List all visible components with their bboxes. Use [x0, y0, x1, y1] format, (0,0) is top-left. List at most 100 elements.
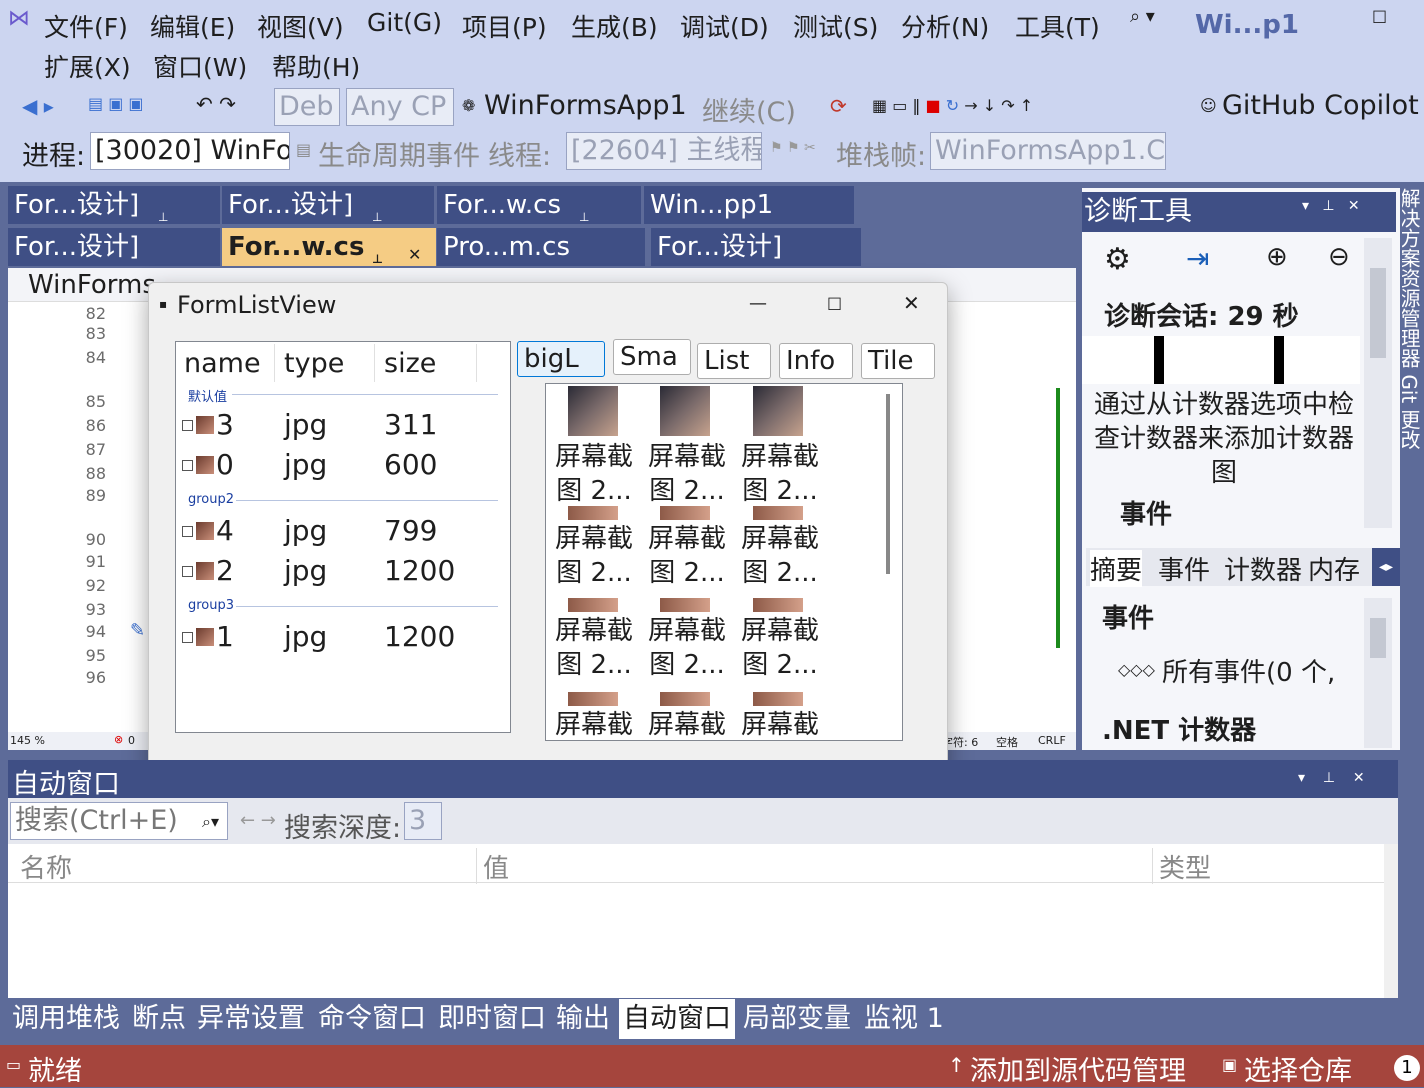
- tile-caption[interactable]: 屏幕截: [734, 522, 826, 556]
- toolbar-icons[interactable]: ▦ ▭ ‖ ■ ↻ → ↓ ↷ ↑: [872, 96, 1033, 115]
- tile-caption[interactable]: 屏幕截: [548, 440, 640, 474]
- diag-title-icons[interactable]: ▾ ⊥ ✕: [1302, 198, 1360, 214]
- tile-image[interactable]: [660, 506, 710, 520]
- bottom-tab[interactable]: 即时窗口: [434, 999, 548, 1039]
- menu-item[interactable]: 视图(V): [257, 8, 344, 44]
- tile-caption[interactable]: 图 2...: [734, 474, 826, 508]
- row-checkbox[interactable]: [182, 566, 193, 577]
- tile-caption[interactable]: 图 2...: [548, 474, 640, 508]
- group-header[interactable]: group2: [188, 492, 234, 507]
- save-all-icon[interactable]: ▤ ▣ ▣: [88, 94, 144, 113]
- nav-arrows-icon[interactable]: ← →: [240, 810, 276, 831]
- autos-col-type[interactable]: 类型: [1152, 848, 1211, 884]
- tile-caption[interactable]: 屏幕截: [641, 614, 733, 648]
- tile-image[interactable]: [568, 692, 618, 706]
- tile-caption[interactable]: 屏幕截: [734, 614, 826, 648]
- column-header[interactable]: size: [384, 348, 436, 379]
- indent-info[interactable]: 空格: [996, 734, 1018, 750]
- bottom-tab[interactable]: 调用堆栈: [8, 999, 124, 1039]
- settings-icon[interactable]: ⚙: [1104, 242, 1131, 277]
- tile-image[interactable]: [660, 386, 710, 436]
- autos-col-name[interactable]: 名称: [20, 848, 72, 885]
- menu-item[interactable]: 工具(T): [1015, 8, 1100, 44]
- tile-caption[interactable]: 图 2...: [641, 474, 733, 508]
- bottom-tab[interactable]: 输出: [552, 999, 612, 1039]
- bottom-tab[interactable]: 断点: [128, 999, 188, 1039]
- diag-tab[interactable]: 摘要: [1090, 550, 1143, 587]
- tile-caption[interactable]: 屏幕截: [641, 708, 733, 740]
- row-checkbox[interactable]: [182, 420, 193, 431]
- lifecycle-events[interactable]: 生命周期事件: [318, 134, 480, 173]
- autos-col-value[interactable]: 值: [476, 848, 509, 884]
- zoom-in-icon[interactable]: ⊕: [1266, 242, 1288, 272]
- view-button[interactable]: Info: [779, 343, 853, 379]
- zoom-level[interactable]: 145 %: [10, 734, 45, 747]
- config-select[interactable]: Deb: [274, 88, 340, 126]
- menu-item[interactable]: 窗口(W): [153, 48, 247, 84]
- add-source-control[interactable]: 添加到源代码管理: [970, 1049, 1186, 1088]
- undo-icon[interactable]: ↶ ↷: [196, 92, 236, 116]
- menu-item[interactable]: 测试(S): [793, 8, 878, 44]
- view-button[interactable]: Tile: [861, 343, 935, 379]
- tile-scrollbar[interactable]: [886, 394, 890, 574]
- menu-item[interactable]: 扩展(X): [44, 48, 131, 84]
- menu-item[interactable]: Git(G): [367, 8, 442, 37]
- process-select[interactable]: [30020] WinFo: [90, 132, 290, 170]
- vs-logo-icon[interactable]: ⋈: [8, 6, 30, 31]
- details-list-view[interactable]: name type size 默认值 3 jpg 311 0 jpg 600 group2 4 jpg…: [175, 341, 511, 733]
- nav-dropdown-left[interactable]: WinForms: [28, 270, 156, 300]
- search-depth-select[interactable]: 3: [404, 802, 442, 840]
- tile-image[interactable]: [753, 386, 803, 436]
- zoom-out-icon[interactable]: ⊖: [1328, 242, 1350, 272]
- tile-caption[interactable]: 图 2...: [641, 648, 733, 682]
- row-checkbox[interactable]: [182, 460, 193, 471]
- bottom-tab[interactable]: 命令窗口: [314, 999, 430, 1039]
- menu-item[interactable]: 帮助(H): [272, 48, 360, 84]
- copilot-button[interactable]: GitHub Copilot: [1222, 90, 1419, 121]
- search-dropdown-icon[interactable]: ⌕▾: [202, 812, 219, 832]
- menu-item[interactable]: 生成(B): [571, 8, 658, 44]
- tile-caption[interactable]: 图 2...: [734, 648, 826, 682]
- doc-tab[interactable]: For...设计] ⊥: [222, 186, 434, 224]
- back-icon[interactable]: ◀ ▸: [22, 94, 54, 118]
- bottom-tab[interactable]: 自动窗口: [619, 999, 735, 1039]
- eol-info[interactable]: CRLF: [1038, 734, 1066, 747]
- autos-title-icons[interactable]: ▾ ⊥ ✕: [1298, 770, 1365, 786]
- diag-tab[interactable]: 事件: [1158, 550, 1210, 587]
- tile-caption[interactable]: 屏幕截: [734, 440, 826, 474]
- menu-item[interactable]: 文件(F): [44, 8, 128, 44]
- row-checkbox[interactable]: [182, 526, 193, 537]
- view-button[interactable]: Sma: [613, 339, 691, 375]
- doc-tab[interactable]: For...设计]: [8, 228, 220, 266]
- tile-caption[interactable]: 图 2...: [734, 556, 826, 590]
- minimize-icon[interactable]: □: [1372, 6, 1387, 25]
- tile-caption[interactable]: 屏幕截: [641, 522, 733, 556]
- group-header[interactable]: 默认值: [188, 386, 227, 405]
- error-count[interactable]: 0: [128, 734, 135, 747]
- tile-caption[interactable]: 图 2...: [548, 648, 640, 682]
- tile-caption[interactable]: 屏幕截: [548, 614, 640, 648]
- doc-tab[interactable]: Win...pp1: [644, 186, 854, 224]
- tile-image[interactable]: [568, 506, 618, 520]
- tile-image[interactable]: [568, 598, 618, 612]
- all-events-row[interactable]: 所有事件(0 个,: [1162, 652, 1362, 689]
- bottom-tab[interactable]: 监视 1: [860, 999, 944, 1039]
- doc-tab[interactable]: Pro...m.cs: [437, 228, 645, 266]
- tile-image[interactable]: [753, 598, 803, 612]
- hot-reload-icon[interactable]: ⟳: [830, 94, 847, 118]
- group-header[interactable]: group3: [188, 598, 234, 613]
- autos-search-input[interactable]: 搜索(Ctrl+E): [10, 802, 228, 840]
- scrollbar-top[interactable]: [1364, 238, 1392, 528]
- diag-tab[interactable]: 计数器: [1224, 550, 1302, 587]
- doc-tab[interactable]: For...w.cs ⊥: [437, 186, 641, 224]
- tile-image[interactable]: [660, 598, 710, 612]
- doc-tab[interactable]: For...设计]: [651, 228, 861, 266]
- tab-scroll-icon[interactable]: ◂▸: [1372, 548, 1400, 586]
- continue-button[interactable]: 继续(C): [702, 90, 796, 129]
- tile-image[interactable]: [568, 386, 618, 436]
- doc-tab[interactable]: For...设计] ⊥: [8, 186, 220, 224]
- form-close-button[interactable]: ✕: [903, 291, 920, 315]
- menu-item[interactable]: 分析(N): [901, 8, 989, 44]
- view-button[interactable]: bigL: [517, 341, 605, 377]
- search-icon[interactable]: ⌕ ▾: [1130, 6, 1155, 27]
